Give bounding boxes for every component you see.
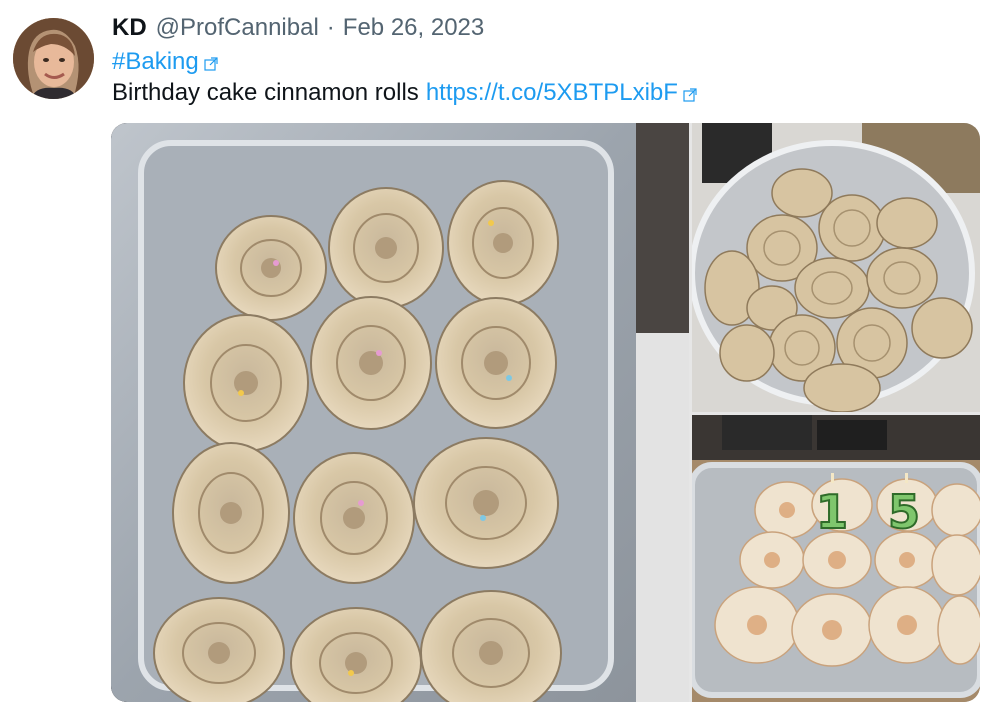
tweet-url-link[interactable]: https://t.co/5XBTPLxibF [426,79,678,107]
tweet-header: KD @ProfCannibal · Feb 26, 2023 [112,14,484,46]
frosted-rolls-image: 1 5 [692,415,980,702]
hashtag-link[interactable]: #Baking [112,48,199,76]
separator-dot: · [326,14,335,41]
external-link-icon [204,56,218,71]
avatar-photo [13,18,94,99]
tweet-body: Birthday cake cinnamon rolls https://t.c… [112,77,697,109]
candle-one: 1 [816,485,848,539]
tweet-date[interactable]: Feb 26, 2023 [343,14,484,42]
external-link-icon [683,87,697,102]
photo-frosted-rolls-candles[interactable]: 1 5 [692,415,980,702]
display-name[interactable]: KD [112,14,147,42]
candle-five: 5 [888,485,920,539]
round-dish-image [692,123,980,412]
tweet: KD @ProfCannibal · Feb 26, 2023 #Baking … [0,0,1000,712]
tweet-text: Birthday cake cinnamon rolls [112,79,419,106]
media-grid: 1 5 [111,123,980,702]
user-handle[interactable]: @ProfCannibal [156,14,319,42]
hashtag-line: #Baking [112,46,218,78]
photo-rolls-round-dish[interactable] [692,123,980,412]
rolls-image [111,123,689,702]
photo-unbaked-rolls-dish[interactable] [111,123,689,702]
user-avatar[interactable] [13,18,94,99]
